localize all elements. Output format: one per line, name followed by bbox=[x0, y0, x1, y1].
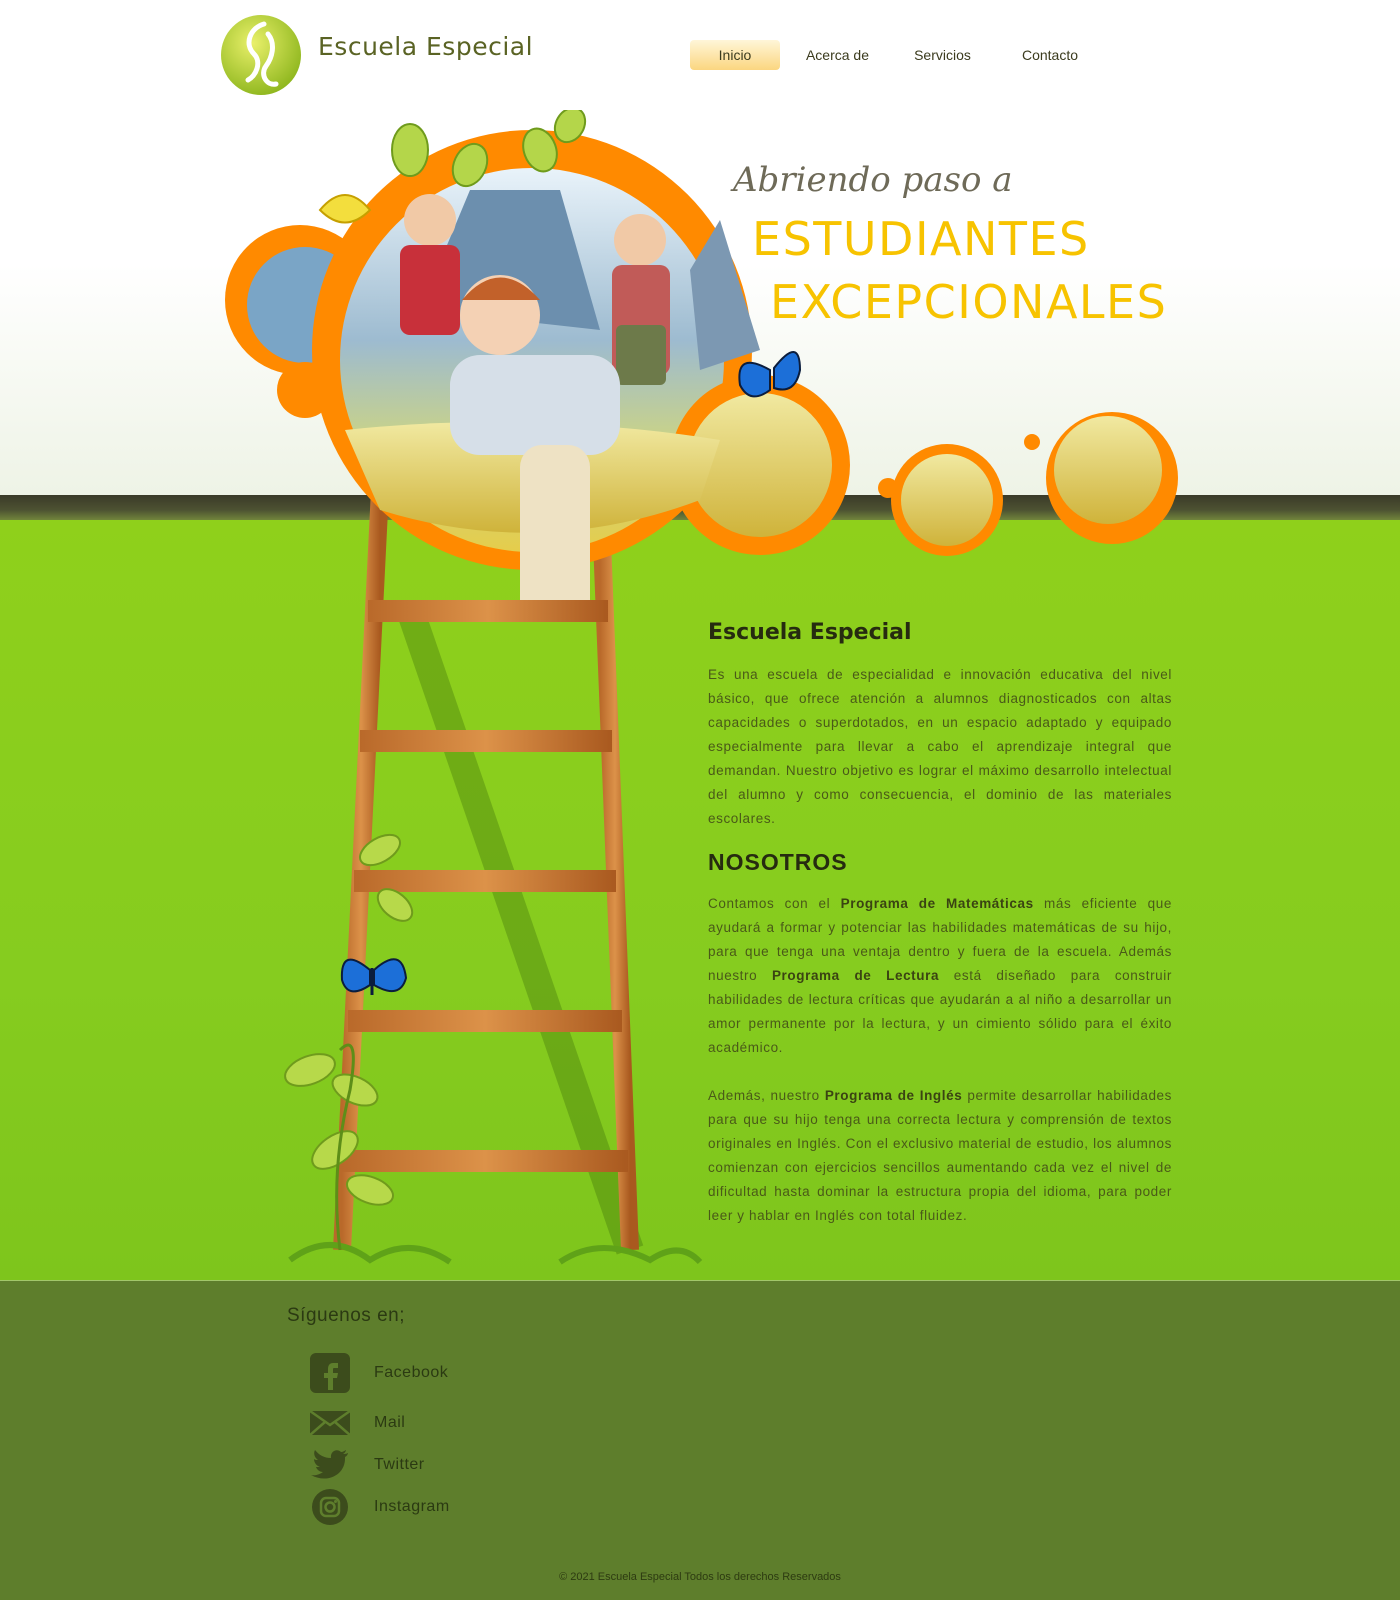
social-instagram-label: Instagram bbox=[374, 1498, 450, 1515]
hero-tagline-line2: EXCEPCIONALES bbox=[770, 275, 1168, 329]
facebook-icon bbox=[308, 1351, 352, 1395]
main-nav: Inicio Acerca de Servicios Contacto bbox=[690, 40, 1110, 70]
nav-acerca-de[interactable]: Acerca de bbox=[790, 40, 885, 70]
about-paragraph-2: Además, nuestro Programa de Inglés permi… bbox=[708, 1084, 1172, 1228]
site-footer: Síguenos en; Facebook Mail Twitter Insta… bbox=[0, 1280, 1400, 1600]
hero-illustration bbox=[225, 110, 1178, 600]
site-header: Escuela Especial Inicio Acerca de Servic… bbox=[0, 0, 1400, 110]
social-twitter-label: Twitter bbox=[374, 1456, 425, 1473]
ladder-illustration bbox=[284, 490, 703, 1265]
hero-tagline-line1: ESTUDIANTES bbox=[752, 212, 1090, 266]
math-program-label: Programa de Matemáticas bbox=[840, 896, 1034, 911]
nav-inicio[interactable]: Inicio bbox=[690, 40, 780, 70]
about-paragraph-1: Contamos con el Programa de Matemáticas … bbox=[708, 892, 1172, 1060]
nav-servicios[interactable]: Servicios bbox=[895, 40, 990, 70]
social-facebook-label: Facebook bbox=[374, 1364, 449, 1381]
about-p2-text-1: Además, nuestro bbox=[708, 1088, 825, 1103]
english-program-label: Programa de Inglés bbox=[824, 1088, 963, 1103]
social-facebook[interactable]: Facebook bbox=[308, 1351, 448, 1395]
hero-tagline-small: Abriendo paso a bbox=[733, 160, 1013, 200]
about-p1-text-1: Contamos con el bbox=[708, 896, 841, 911]
copyright: © 2021 Escuela Especial Todos los derech… bbox=[559, 1571, 841, 1583]
content-column: Escuela Especial Es una escuela de espec… bbox=[708, 620, 1172, 1228]
social-mail[interactable]: Mail bbox=[308, 1401, 405, 1445]
butterfly-icon bbox=[340, 958, 408, 995]
about-title: NOSOTROS bbox=[708, 849, 848, 875]
reading-program-label: Programa de Lectura bbox=[771, 968, 940, 983]
school-logo[interactable] bbox=[220, 14, 302, 96]
intro-title: Escuela Especial bbox=[708, 620, 912, 645]
social-twitter[interactable]: Twitter bbox=[308, 1443, 425, 1487]
follow-title: Síguenos en; bbox=[287, 1305, 405, 1326]
nav-contacto[interactable]: Contacto bbox=[1000, 40, 1100, 70]
twitter-icon bbox=[308, 1443, 352, 1487]
social-instagram[interactable]: Instagram bbox=[308, 1485, 450, 1529]
instagram-icon bbox=[308, 1485, 352, 1529]
about-p2-text-2: permite desarrollar habilidades para que… bbox=[708, 1088, 1173, 1223]
intro-text: Es una escuela de especialidad e innovac… bbox=[708, 667, 1172, 826]
brand-name: Escuela Especial bbox=[318, 32, 534, 61]
mail-icon bbox=[308, 1401, 352, 1445]
social-mail-label: Mail bbox=[374, 1414, 406, 1431]
